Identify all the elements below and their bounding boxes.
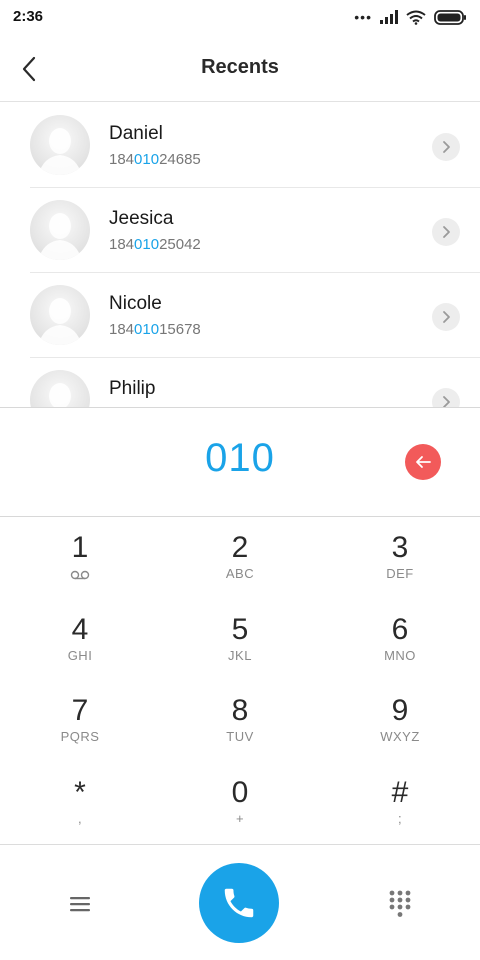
key-digit: 9: [391, 694, 409, 727]
chevron-right-icon: [443, 396, 450, 407]
key-letters: +: [235, 810, 245, 826]
key-5[interactable]: 5 JKL: [160, 600, 320, 682]
key-letters: TUV: [226, 729, 254, 744]
person-silhouette-icon: [38, 213, 82, 260]
status-bar: 2:36 •••: [0, 0, 480, 34]
contact-details-button[interactable]: [432, 303, 460, 331]
key-3[interactable]: 3 DEF: [320, 518, 480, 600]
header: Recents: [0, 34, 480, 102]
status-time: 2:36: [13, 8, 44, 25]
key-digit: 2: [231, 531, 249, 564]
contact-number: 18401025042: [109, 236, 201, 253]
page-title: Recents: [201, 56, 279, 78]
list-item[interactable]: Daniel 18401024685: [0, 103, 480, 188]
key-7[interactable]: 7 PQRS: [0, 681, 160, 763]
key-digit: *: [74, 775, 86, 809]
contact-details-button[interactable]: [432, 218, 460, 246]
backspace-button[interactable]: [405, 444, 441, 480]
key-letters: WXYZ: [380, 729, 420, 744]
key-letters: JKL: [228, 647, 252, 663]
contact-number: 18401024685: [109, 151, 201, 168]
key-digit: 0: [231, 775, 249, 809]
menu-button[interactable]: [62, 889, 98, 919]
key-2[interactable]: 2 ABC: [160, 518, 320, 600]
person-silhouette-icon: [49, 383, 71, 407]
key-6[interactable]: 6 MNO: [320, 600, 480, 682]
contact-name: Nicole: [109, 293, 162, 314]
more-dots-icon: •••: [354, 9, 372, 25]
voicemail-icon: [70, 568, 90, 582]
key-digit: 1: [71, 531, 89, 564]
key-letters: DEF: [386, 566, 414, 581]
person-silhouette-icon: [38, 298, 82, 345]
key-star[interactable]: * ,: [0, 763, 160, 845]
key-digit: 7: [71, 694, 89, 727]
key-letters: ;: [397, 810, 403, 826]
list-item[interactable]: Philip: [0, 358, 480, 407]
key-1[interactable]: 1: [0, 518, 160, 600]
list-item[interactable]: Jeesica 18401025042: [0, 188, 480, 273]
dial-keypad: 1 2 ABC 3 DEF 4 GHI 5 JKL 6 MNO 7 PQRS 8…: [0, 518, 480, 844]
contact-name: Philip: [109, 378, 156, 399]
contact-details-button[interactable]: [432, 133, 460, 161]
call-button[interactable]: [199, 863, 279, 943]
person-silhouette-icon: [38, 128, 82, 175]
contact-name: Daniel: [109, 123, 163, 144]
key-letters: ABC: [225, 566, 255, 581]
key-4[interactable]: 4 GHI: [0, 600, 160, 682]
key-digit: #: [391, 775, 409, 809]
phone-icon: [224, 888, 254, 918]
key-letters: GHI: [67, 647, 93, 663]
key-digit: 3: [391, 531, 409, 564]
key-letters: PQRS: [60, 729, 100, 744]
key-letters: MNO: [384, 647, 416, 663]
keypad-toggle-button[interactable]: [384, 887, 416, 921]
contact-details-button[interactable]: [432, 388, 460, 407]
bottom-bar: [0, 844, 480, 960]
key-digit: 8: [231, 694, 249, 727]
list-item[interactable]: Nicole 18401015678: [0, 273, 480, 358]
chevron-right-icon: [443, 141, 450, 153]
status-icons: •••: [354, 9, 466, 25]
key-0[interactable]: 0 +: [160, 763, 320, 845]
backspace-arrow-icon: [416, 456, 431, 468]
dial-display: 010: [0, 407, 480, 517]
key-digit: 6: [391, 612, 409, 646]
keypad-grid-icon: [389, 890, 411, 917]
key-9[interactable]: 9 WXYZ: [320, 681, 480, 763]
avatar: [30, 200, 90, 260]
contact-name: Jeesica: [109, 208, 174, 229]
battery-icon: [434, 9, 466, 25]
chevron-right-icon: [443, 311, 450, 323]
key-digit: 5: [231, 612, 249, 646]
menu-icon: [70, 897, 90, 912]
key-8[interactable]: 8 TUV: [160, 681, 320, 763]
key-letters: ,: [77, 810, 83, 826]
wifi-icon: [406, 10, 426, 25]
recents-list[interactable]: Daniel 18401024685 Jeesica 18401025042 N…: [0, 103, 480, 407]
avatar: [30, 285, 90, 345]
chevron-right-icon: [443, 226, 450, 238]
contact-number: 18401015678: [109, 321, 201, 338]
key-hash[interactable]: # ;: [320, 763, 480, 845]
avatar: [30, 370, 90, 407]
avatar: [30, 115, 90, 175]
key-digit: 4: [71, 612, 89, 646]
signal-icon: [380, 10, 398, 24]
